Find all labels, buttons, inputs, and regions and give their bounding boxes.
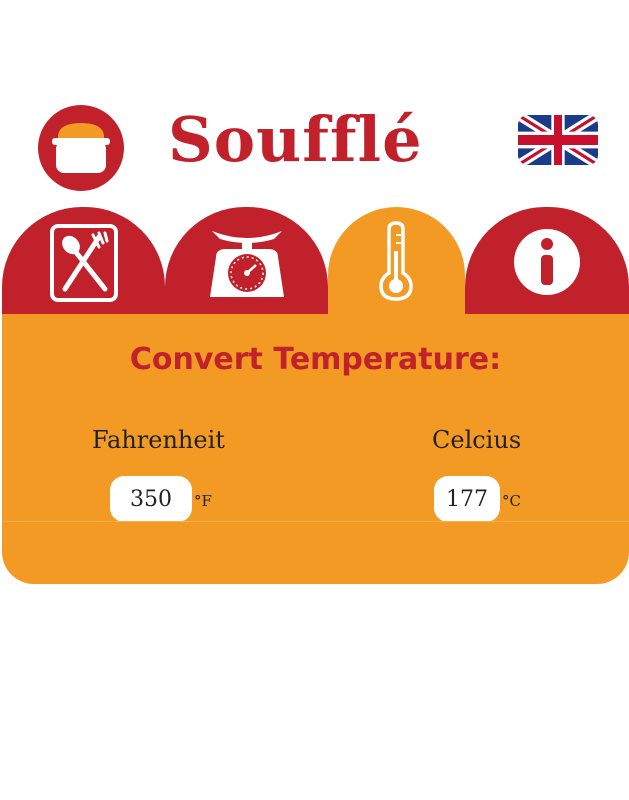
app-title: Soufflé (168, 103, 423, 176)
celsius-input[interactable] (434, 476, 500, 522)
tab-recipes[interactable] (2, 207, 165, 315)
celsius-label: Celcius (432, 426, 522, 454)
temperature-panel: Convert Temperature: Fahrenheit Celcius … (2, 314, 629, 584)
tab-temperature[interactable] (328, 207, 465, 315)
tab-weights[interactable] (165, 207, 328, 315)
app-page: Soufflé Convert Temperature: Fahrenheit … (0, 0, 629, 800)
panel-title: Convert Temperature: (129, 342, 502, 377)
fahrenheit-label: Fahrenheit (92, 426, 225, 454)
info-icon (514, 229, 580, 295)
celsius-unit: °C (502, 492, 521, 510)
tab-info[interactable] (465, 207, 629, 315)
kitchen-scale-icon (210, 231, 284, 297)
panel-divider (2, 521, 629, 522)
language-uk-flag-icon[interactable] (518, 115, 598, 165)
spoon-fork-icon (50, 224, 118, 302)
thermometer-icon (379, 221, 413, 301)
fahrenheit-input[interactable] (110, 476, 192, 522)
souffle-logo-icon (38, 105, 124, 191)
fahrenheit-unit: °F (194, 492, 212, 510)
